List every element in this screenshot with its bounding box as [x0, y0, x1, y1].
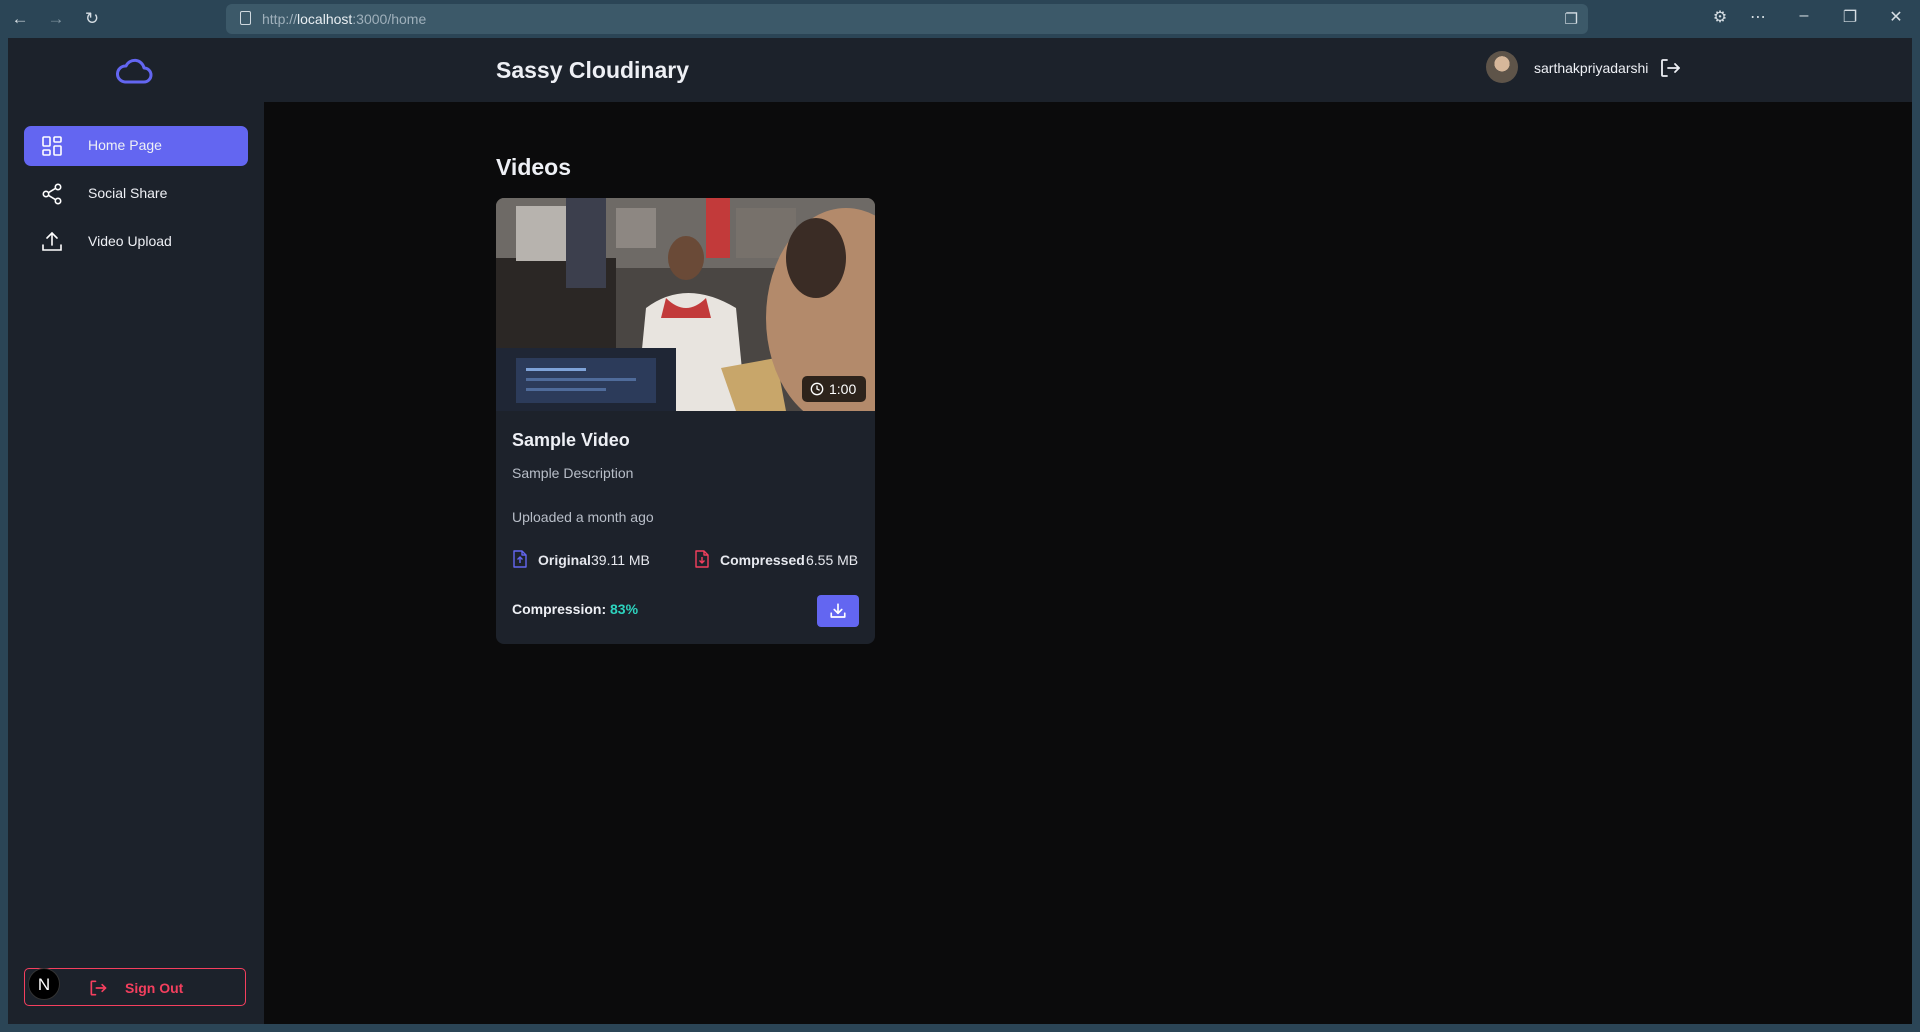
extensions-icon[interactable]: ⚙ [1708, 7, 1732, 27]
upload-date: Uploaded a month ago [512, 509, 654, 525]
reading-view-icon[interactable]: ❐ [1565, 10, 1578, 28]
sidebar-item-label: Social Share [88, 185, 168, 201]
avatar[interactable] [1486, 51, 1518, 83]
more-options-icon[interactable]: ⋯ [1746, 7, 1770, 27]
sidebar-item-social-share[interactable]: Social Share [24, 174, 248, 214]
sidebar-item-label: Home Page [88, 137, 162, 153]
grid-icon [42, 136, 62, 156]
next-dev-badge[interactable]: N [28, 968, 60, 1000]
compression-stat: Compression: 83% [512, 601, 638, 617]
sidebar-item-video-upload[interactable]: Video Upload [24, 222, 248, 262]
video-title: Sample Video [512, 430, 630, 450]
duration-badge: 1:00 [802, 376, 866, 402]
sign-out-label: Sign Out [125, 980, 184, 996]
clock-icon [810, 382, 824, 396]
sidebar-item-home[interactable]: Home Page [24, 126, 248, 166]
original-label: Original [538, 552, 591, 568]
app-title[interactable]: Sassy Cloudinary [496, 57, 689, 84]
duration-text: 1:00 [829, 381, 857, 397]
page-icon [240, 11, 251, 25]
file-icon [513, 550, 527, 568]
address-bar[interactable]: http://localhost:3000/home ❐ [226, 4, 1588, 34]
file-down-icon [695, 550, 709, 568]
restore-icon[interactable]: ❐ [1838, 7, 1862, 27]
download-icon [830, 603, 846, 618]
video-description: Sample Description [512, 465, 634, 481]
sidebar-item-label: Video Upload [88, 233, 172, 249]
back-arrow-icon[interactable]: ← [8, 8, 32, 30]
top-header: Sassy Cloudinary sarthakpriyadarshi [264, 38, 1912, 102]
compressed-value: 6.55 MB [806, 552, 859, 568]
video-card[interactable]: 1:00 Sample Video Sample Description Upl… [496, 198, 875, 644]
logout-icon[interactable] [1658, 56, 1682, 80]
logout-icon [90, 980, 107, 996]
compression-value: 83% [610, 601, 639, 617]
browser-toolbar: ← → ↻ http://localhost:3000/home ❐ ⚙ ⋯ –… [0, 0, 1920, 38]
original-value: 39.11 MB [591, 552, 650, 568]
upload-icon [42, 231, 62, 251]
download-button[interactable] [817, 595, 859, 627]
forward-arrow-icon[interactable]: → [44, 8, 68, 30]
compression-label: Compression: [512, 601, 607, 617]
reload-icon[interactable]: ↻ [80, 8, 104, 30]
page-title: Videos [496, 154, 571, 180]
sidebar: Home Page Social Share Video Upload Sign… [8, 38, 264, 1024]
cloud-logo-icon[interactable] [114, 56, 154, 88]
compressed-label: Compressed [720, 552, 805, 568]
share-icon [42, 183, 62, 205]
url-text[interactable]: http://localhost:3000/home [262, 11, 426, 27]
close-icon[interactable]: ✕ [1884, 7, 1908, 27]
app-window: Home Page Social Share Video Upload Sign… [8, 38, 1912, 1024]
username: sarthakpriyadarshi [1534, 60, 1649, 76]
minimize-icon[interactable]: – [1792, 7, 1816, 25]
